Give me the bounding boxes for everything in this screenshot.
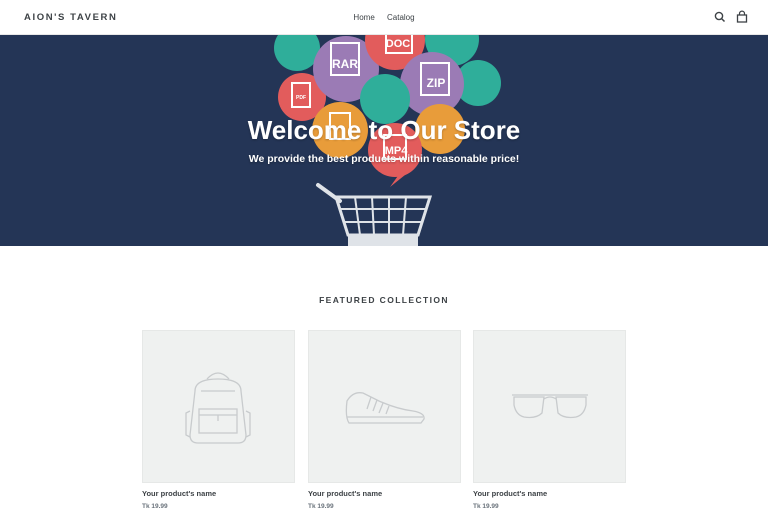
product-card[interactable]: Your product's name Tk 19.99 [308, 330, 461, 510]
product-name[interactable]: Your product's name [308, 489, 461, 498]
shoe-icon [345, 392, 425, 424]
product-price: Tk 19.99 [473, 503, 499, 510]
nav-catalog[interactable]: Catalog [387, 13, 415, 22]
cart-icon[interactable] [736, 10, 748, 24]
site-header: AION'S TAVERN Home Catalog [0, 0, 768, 35]
main-nav: Home Catalog [0, 13, 768, 22]
product-price: Tk 19.99 [142, 503, 168, 510]
product-name[interactable]: Your product's name [473, 489, 626, 498]
bubble-label: DOC [386, 38, 411, 50]
hero-subtitle: We provide the best products within reas… [248, 153, 520, 165]
nav-home[interactable]: Home [353, 13, 374, 22]
product-image[interactable] [308, 330, 461, 483]
product-card[interactable]: Your product's name Tk 19.99 [473, 330, 626, 510]
bubble-label: PDF [296, 95, 306, 101]
bubble-label: ZIP [427, 76, 446, 90]
product-image[interactable] [142, 330, 295, 483]
glasses-icon [512, 394, 588, 419]
product-card[interactable]: Your product's name Tk 19.99 [142, 330, 295, 510]
search-icon[interactable] [714, 10, 726, 24]
bubble-label: RAR [332, 57, 358, 71]
product-name[interactable]: Your product's name [142, 489, 295, 498]
backpack-icon [185, 372, 251, 444]
featured-collection-title: FEATURED COLLECTION [319, 295, 449, 305]
hero-banner[interactable]: RAR DOC ZIP PDF MP4 Welcome to Our Store… [0, 35, 768, 246]
hero-title: Welcome to Our Store [247, 115, 521, 145]
header-icons [714, 10, 748, 24]
product-price: Tk 19.99 [308, 503, 334, 510]
product-image[interactable] [473, 330, 626, 483]
